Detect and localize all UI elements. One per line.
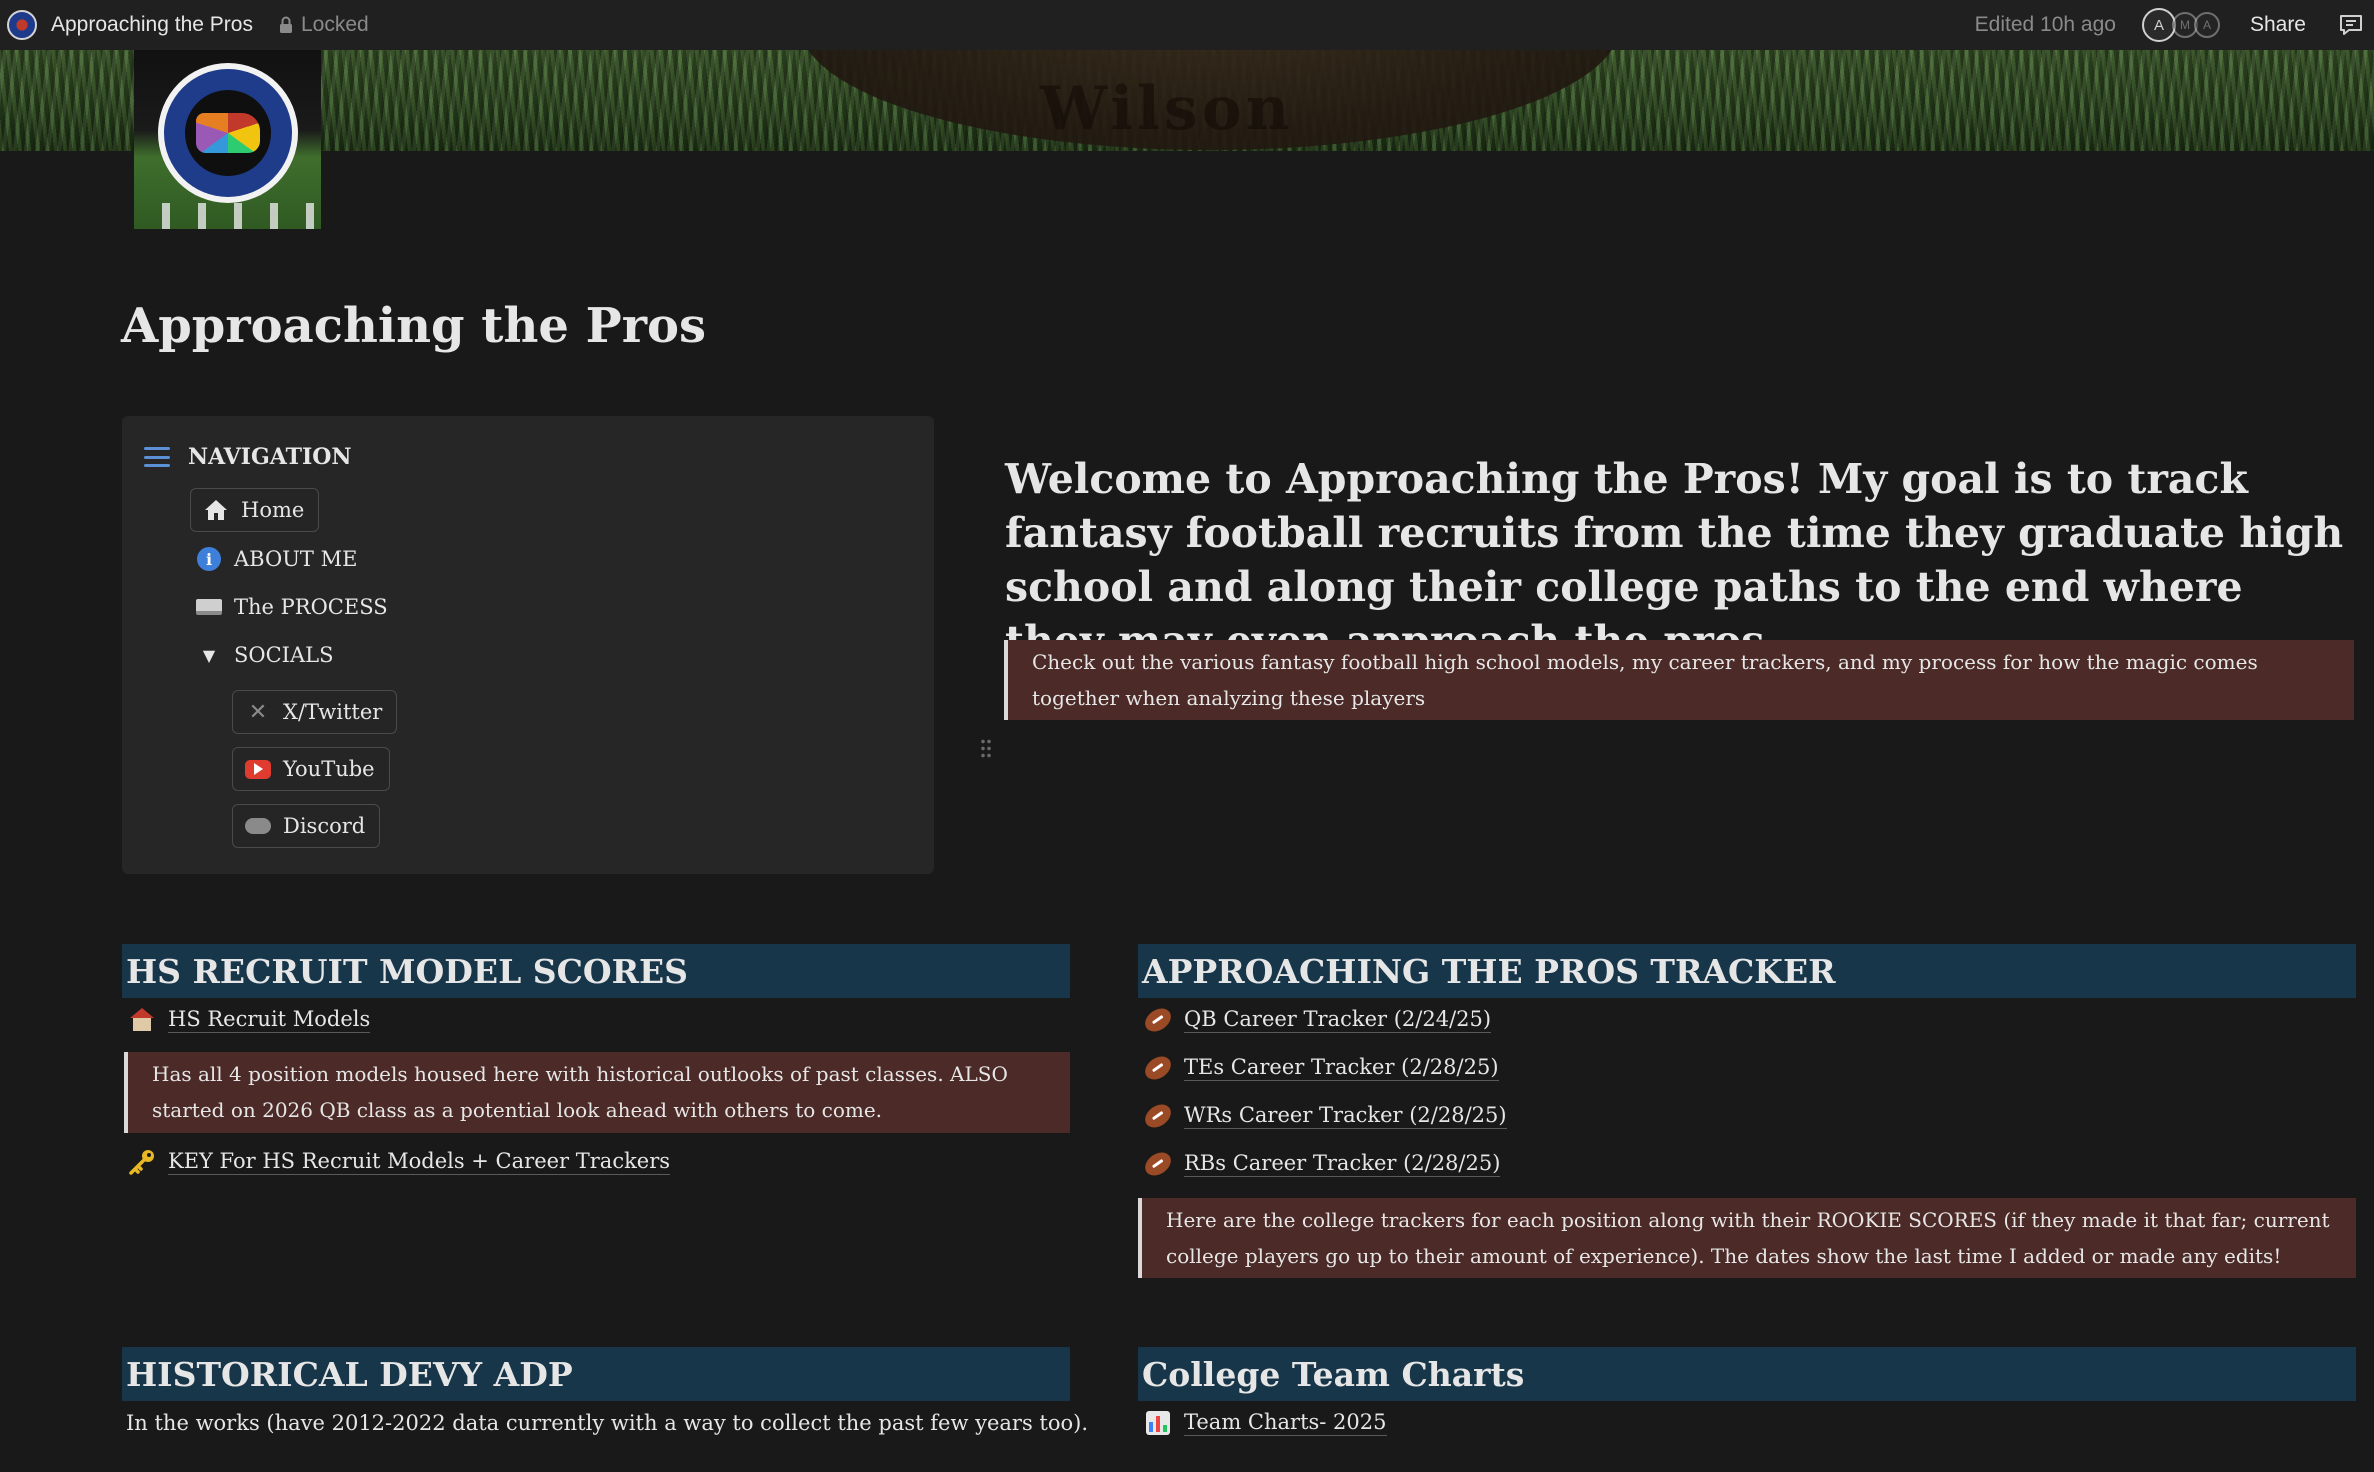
lock-icon bbox=[279, 16, 292, 33]
keyboard-icon bbox=[196, 594, 222, 620]
avatar-group[interactable]: A M A bbox=[2141, 8, 2220, 42]
section-title: College Team Charts bbox=[1142, 1354, 1525, 1394]
breadcrumb-title[interactable]: Approaching the Pros bbox=[51, 13, 253, 37]
nav-item-label: X/Twitter bbox=[283, 700, 383, 724]
navigation-label: NAVIGATION bbox=[188, 444, 352, 470]
drag-handle-icon[interactable] bbox=[980, 738, 992, 760]
edited-timestamp[interactable]: Edited 10h ago bbox=[1975, 13, 2116, 37]
menu-icon bbox=[144, 447, 170, 467]
navigation-heading: NAVIGATION bbox=[144, 444, 352, 470]
hs-recruit-models-link[interactable]: HS Recruit Models bbox=[126, 1006, 371, 1034]
section-title: HS RECRUIT MODEL SCORES bbox=[126, 951, 689, 991]
navigation-panel: NAVIGATION Home i ABOUT ME The PROCESS ▼… bbox=[122, 416, 934, 874]
cover-image: Wilson bbox=[0, 50, 2374, 151]
welcome-callout[interactable]: Check out the various fantasy football h… bbox=[1004, 640, 2354, 720]
hs-recruit-callout[interactable]: Has all 4 position models housed here wi… bbox=[124, 1052, 1070, 1133]
lock-label: Locked bbox=[300, 13, 369, 36]
ball-brand-text: Wilson bbox=[1040, 74, 1294, 144]
link-text: KEY For HS Recruit Models + Career Track… bbox=[168, 1149, 671, 1175]
key-link[interactable]: KEY For HS Recruit Models + Career Track… bbox=[126, 1148, 671, 1176]
tracker-heading[interactable]: APPROACHING THE PROS TRACKER bbox=[1138, 944, 2356, 998]
page-icon-logo[interactable] bbox=[134, 49, 321, 229]
home-icon bbox=[203, 497, 229, 523]
nav-item-socials-toggle[interactable]: ▼ SOCIALS bbox=[196, 642, 334, 668]
page-logo-icon[interactable] bbox=[7, 10, 37, 40]
callout-text: Here are the college trackers for each p… bbox=[1166, 1208, 2330, 1268]
nav-item-label: The PROCESS bbox=[234, 595, 388, 619]
football-icon bbox=[1140, 1003, 1176, 1037]
nav-item-about-me[interactable]: i ABOUT ME bbox=[196, 546, 357, 572]
devy-heading[interactable]: HISTORICAL DEVY ADP bbox=[122, 1347, 1070, 1401]
callout-text: Has all 4 position models housed here wi… bbox=[152, 1062, 1008, 1122]
toggle-caret-icon[interactable]: ▼ bbox=[196, 642, 222, 668]
team-charts-heading[interactable]: College Team Charts bbox=[1138, 1347, 2356, 1401]
nav-item-home[interactable]: Home bbox=[190, 488, 320, 532]
lock-status[interactable]: Locked bbox=[279, 13, 369, 37]
devy-text[interactable]: In the works (have 2012-2022 data curren… bbox=[126, 1411, 1088, 1435]
nav-item-label: Home bbox=[241, 498, 305, 522]
nav-item-label: ABOUT ME bbox=[234, 547, 358, 571]
house-icon bbox=[126, 1006, 158, 1034]
callout-text: Check out the various fantasy football h… bbox=[1032, 650, 2258, 710]
rb-tracker-link[interactable]: RBs Career Tracker (2/28/25) bbox=[1140, 1147, 1501, 1181]
youtube-icon bbox=[245, 756, 271, 782]
link-text: TEs Career Tracker (2/28/25) bbox=[1184, 1055, 1499, 1081]
qb-tracker-link[interactable]: QB Career Tracker (2/24/25) bbox=[1140, 1003, 1492, 1037]
hs-recruit-heading[interactable]: HS RECRUIT MODEL SCORES bbox=[122, 944, 1070, 998]
football-icon bbox=[1140, 1147, 1176, 1181]
top-bar: Approaching the Pros Locked Edited 10h a… bbox=[0, 0, 2374, 50]
bar-chart-icon bbox=[1142, 1409, 1174, 1437]
avatar[interactable]: A bbox=[2141, 8, 2176, 42]
comments-icon[interactable] bbox=[2338, 13, 2364, 37]
tracker-callout[interactable]: Here are the college trackers for each p… bbox=[1138, 1198, 2356, 1278]
x-icon: ✕ bbox=[248, 699, 268, 725]
nav-item-label: Discord bbox=[283, 814, 366, 838]
page-title[interactable]: Approaching the Pros bbox=[121, 298, 706, 354]
us-map-icon bbox=[196, 113, 260, 153]
section-title: APPROACHING THE PROS TRACKER bbox=[1142, 951, 1836, 991]
nav-item-process[interactable]: The PROCESS bbox=[196, 594, 388, 620]
gamepad-icon bbox=[245, 813, 271, 839]
team-charts-link[interactable]: Team Charts- 2025 bbox=[1142, 1409, 1387, 1437]
field-lines bbox=[134, 203, 321, 229]
te-tracker-link[interactable]: TEs Career Tracker (2/28/25) bbox=[1140, 1051, 1499, 1085]
link-text: HS Recruit Models bbox=[168, 1007, 371, 1033]
top-bar-actions: Edited 10h ago A M A Share bbox=[1975, 8, 2364, 42]
share-button[interactable]: Share bbox=[2250, 13, 2306, 37]
nav-item-label: SOCIALS bbox=[234, 643, 334, 667]
nav-item-twitter[interactable]: ✕ X/Twitter bbox=[232, 690, 398, 734]
link-text: Team Charts- 2025 bbox=[1184, 1410, 1387, 1436]
section-title: HISTORICAL DEVY ADP bbox=[126, 1354, 573, 1394]
link-text: QB Career Tracker (2/24/25) bbox=[1184, 1007, 1492, 1033]
info-icon: i bbox=[196, 546, 222, 572]
link-text: WRs Career Tracker (2/28/25) bbox=[1184, 1103, 1507, 1129]
link-text: RBs Career Tracker (2/28/25) bbox=[1184, 1151, 1501, 1177]
football-icon bbox=[1140, 1051, 1176, 1085]
football-icon bbox=[1140, 1099, 1176, 1133]
avatar[interactable]: A bbox=[2193, 12, 2220, 38]
key-icon bbox=[126, 1148, 158, 1176]
wr-tracker-link[interactable]: WRs Career Tracker (2/28/25) bbox=[1140, 1099, 1507, 1133]
welcome-heading[interactable]: Welcome to Approaching the Pros! My goal… bbox=[1005, 452, 2355, 668]
nav-item-discord[interactable]: Discord bbox=[232, 804, 381, 848]
nav-item-label: YouTube bbox=[283, 757, 375, 781]
seal-icon bbox=[158, 63, 298, 203]
nav-item-youtube[interactable]: YouTube bbox=[232, 747, 390, 791]
